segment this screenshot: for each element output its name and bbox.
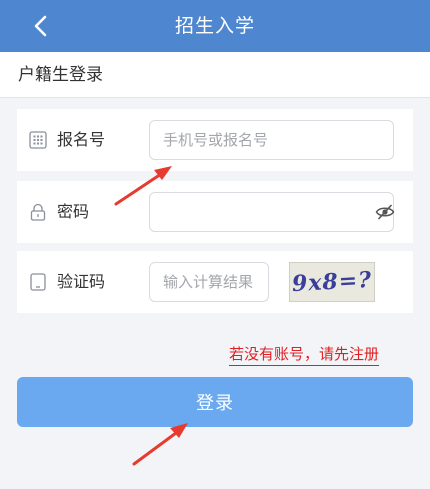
section-title: 户籍生登录 bbox=[18, 65, 103, 85]
eye-slash-icon[interactable] bbox=[375, 203, 395, 221]
tablet-icon bbox=[30, 273, 46, 291]
registration-number-label: 报名号 bbox=[57, 130, 106, 149]
register-link[interactable]: 若没有账号，请先注册 bbox=[229, 343, 380, 366]
app-header: 招生入学 bbox=[0, 0, 430, 52]
registration-number-input[interactable] bbox=[149, 120, 394, 160]
annotation-arrow-icon bbox=[132, 423, 188, 466]
captcha-image[interactable]: 9x8=? bbox=[289, 262, 375, 302]
lock-icon bbox=[30, 203, 46, 221]
registration-number-row: 报名号 bbox=[17, 109, 413, 171]
captcha-image-text: 9x8=? bbox=[291, 266, 373, 298]
captcha-row: 验证码 9x8=? bbox=[17, 251, 413, 313]
captcha-input[interactable] bbox=[149, 262, 269, 302]
section-header: 户籍生登录 bbox=[0, 52, 430, 98]
page-title: 招生入学 bbox=[174, 15, 255, 37]
grid-icon bbox=[29, 131, 47, 149]
captcha-label: 验证码 bbox=[57, 272, 106, 291]
password-input[interactable] bbox=[149, 192, 394, 232]
login-button[interactable]: 登录 bbox=[17, 377, 413, 427]
password-row: 密码 bbox=[17, 181, 413, 243]
annotation-arrow-icon bbox=[114, 166, 172, 206]
password-label: 密码 bbox=[57, 202, 90, 221]
